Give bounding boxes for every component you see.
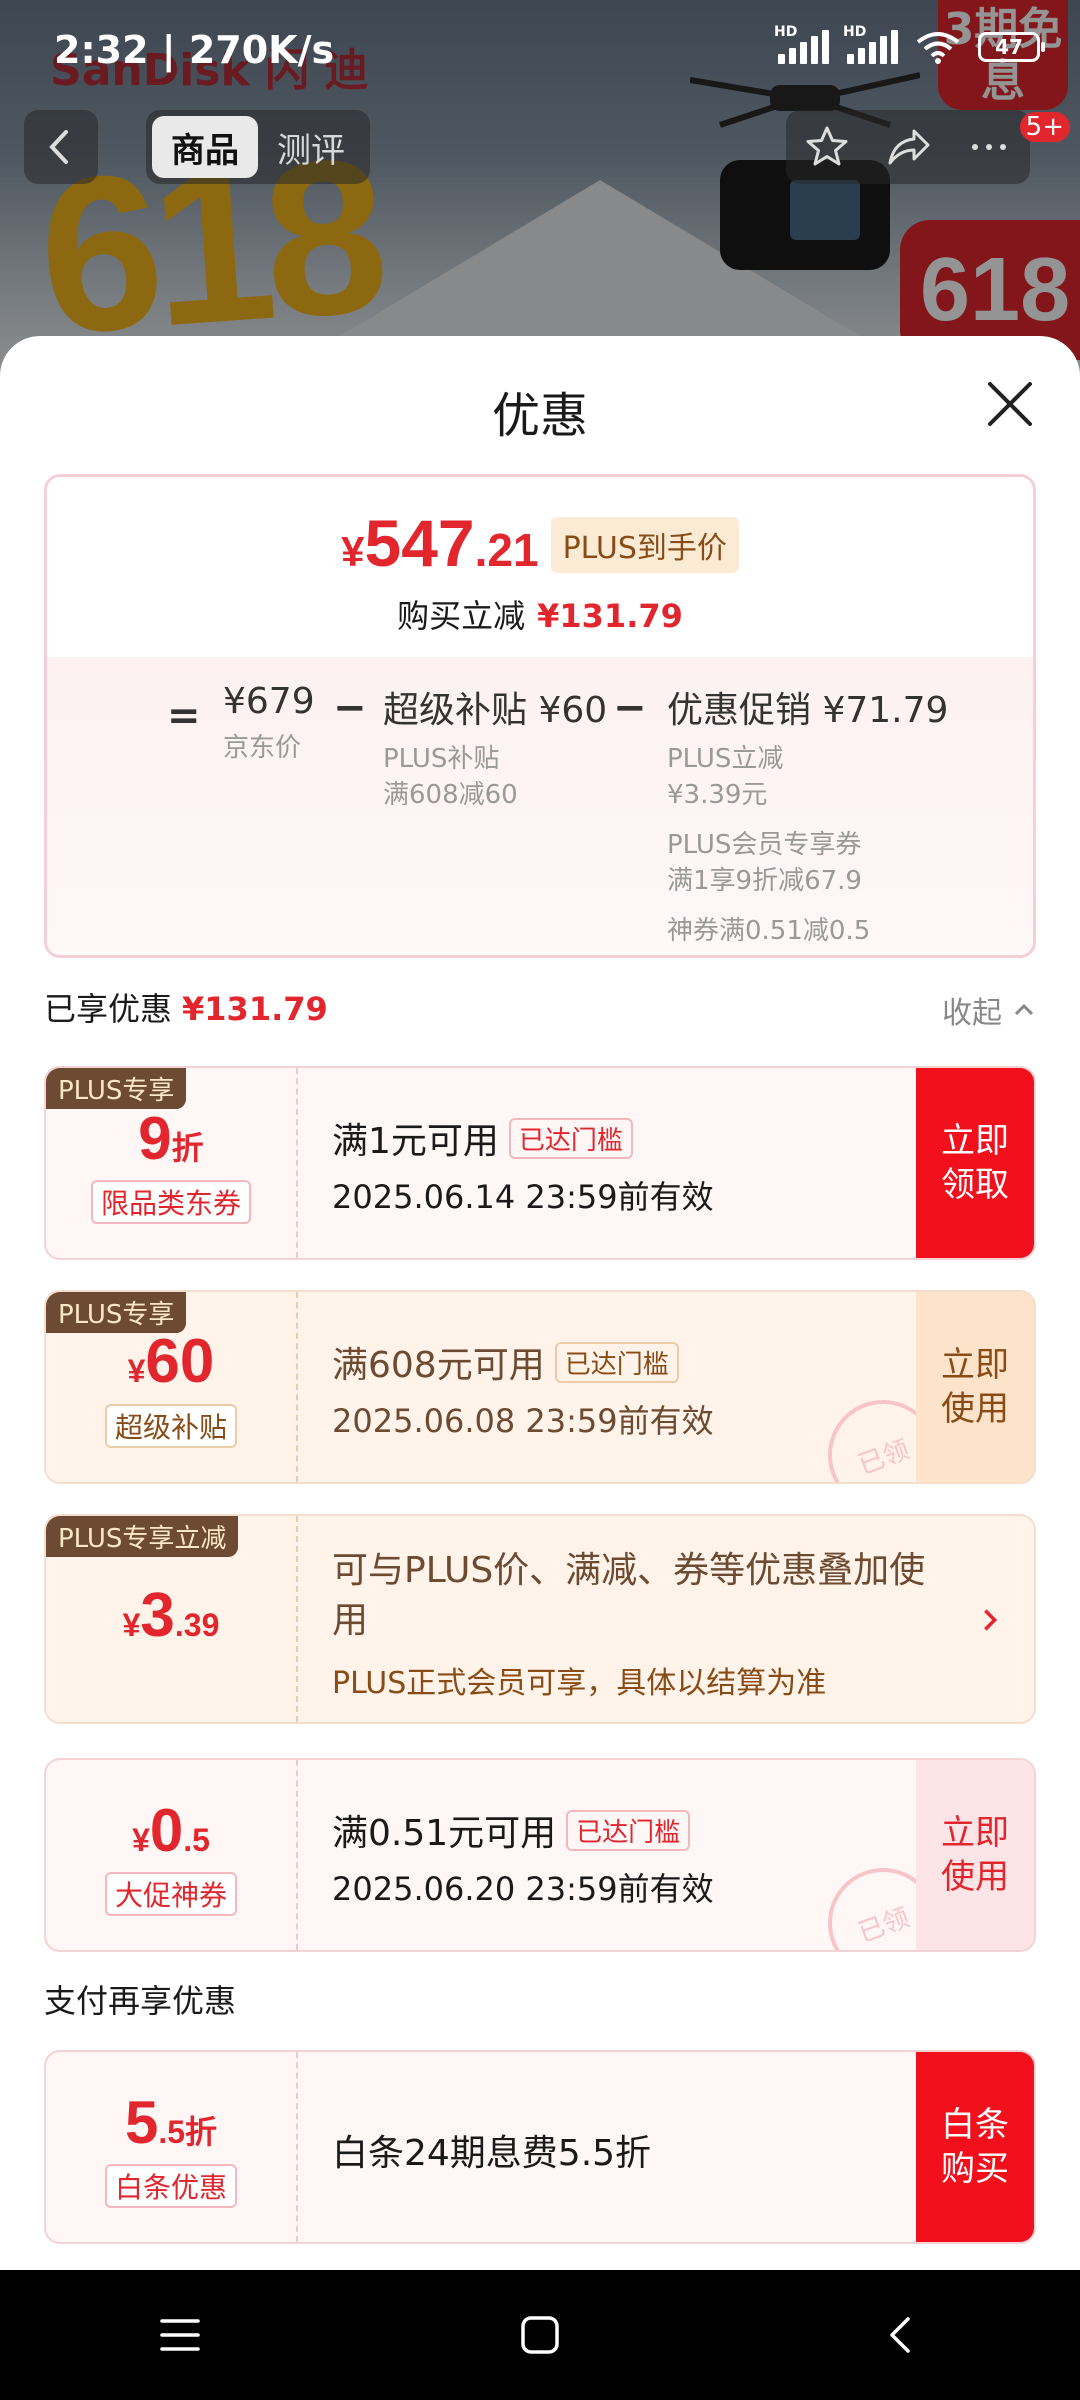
tab-review[interactable]: 测评: [258, 116, 364, 178]
header-actions: [786, 110, 1030, 184]
offers-sheet: 优惠 ¥547.21 PLUS到手价 购买立减 ¥131.79 = ¥679 京东…: [0, 336, 1080, 2270]
chevron-up-icon: [1014, 1003, 1034, 1016]
system-nav-bar: [0, 2270, 1080, 2400]
tab-product[interactable]: 商品: [152, 116, 258, 178]
final-price-block: ¥547.21 PLUS到手价 购买立减 ¥131.79: [47, 477, 1033, 657]
baitiao-buy-button[interactable]: 白条 购买: [916, 2052, 1034, 2242]
coupon-card: ¥60 超级补贴 PLUS专享 满608元可用 已达门槛 2025.06.08 2…: [44, 1290, 1036, 1484]
back-button[interactable]: [24, 110, 98, 184]
coupon-value: ¥0.5 大促神券: [46, 1760, 296, 1950]
signal-icon-2: HD: [843, 24, 898, 64]
status-time: 2:32 | 270K/s: [54, 28, 335, 72]
price-summary: ¥547.21 PLUS到手价 购买立减 ¥131.79 = ¥679 京东价 −…: [44, 474, 1036, 958]
plus-tag: PLUS专享立减: [46, 1516, 239, 1557]
coupon-card[interactable]: ¥3.39 PLUS专享立减 可与PLUS价、满减、券等优惠叠加使用 PLUS正…: [44, 1514, 1036, 1724]
status-bar: 2:32 | 270K/s HD HD 47: [0, 0, 1080, 100]
status-icons: HD HD 47: [774, 24, 1045, 64]
coupon-expiry: 2025.06.14 23:59前有效: [332, 1178, 714, 1216]
plus-price-tag: PLUS到手价: [550, 517, 739, 573]
signal-icon: HD: [774, 24, 829, 64]
coupon-note: PLUS正式会员可享，具体以结算为准: [332, 1666, 827, 1701]
chevron-right-icon: [984, 1609, 998, 1631]
coupon-description: 白条24期息费5.5折: [332, 2133, 652, 2174]
back-icon[interactable]: [880, 2315, 920, 2355]
battery-icon: 47: [978, 32, 1045, 62]
coupon-expiry: 2025.06.08 23:59前有效: [332, 1402, 714, 1440]
subsidy-col: 超级补贴 ¥60 PLUS补贴 满608减60: [383, 690, 608, 810]
more-icon[interactable]: [965, 123, 1013, 171]
price-breakdown: = ¥679 京东价 − 超级补贴 ¥60 PLUS补贴 满608减60 − 优…: [47, 657, 1033, 955]
payment-coupon-card: 5.5折 白条优惠 白条24期息费5.5折 白条 购买: [44, 2050, 1036, 2244]
chevron-left-icon: [49, 130, 68, 164]
coupon-condition: 满608元可用 已达门槛: [332, 1336, 679, 1388]
use-button[interactable]: 立即 使用: [916, 1760, 1034, 1950]
star-icon[interactable]: [803, 123, 851, 171]
final-price: ¥547.21: [341, 506, 539, 580]
message-count-badge: 5+: [1019, 112, 1070, 142]
enjoyed-discount: 已享优惠 ¥131.79: [44, 990, 328, 1028]
menu-icon[interactable]: [160, 2315, 200, 2355]
product-tabs: 商品 测评: [146, 110, 370, 184]
coupon-card: 9折 限品类东券 PLUS专享 满1元可用 已达门槛 2025.06.14 23:…: [44, 1066, 1036, 1260]
payment-offers-title: 支付再享优惠: [44, 1982, 237, 2020]
close-icon[interactable]: [984, 378, 1036, 430]
coupon-condition: 满1元可用 已达门槛: [332, 1112, 633, 1164]
sheet-title: 优惠: [491, 388, 588, 444]
coupon-card: ¥0.5 大促神券 满0.51元可用 已达门槛 2025.06.20 23:59前…: [44, 1758, 1036, 1952]
coupon-value: 5.5折 白条优惠: [46, 2052, 296, 2242]
promo-col: 优惠促销 ¥71.79 PLUS立减 ¥3.39元 PLUS会员专享券 满1享9…: [667, 690, 949, 946]
plus-tag: PLUS专享: [46, 1068, 187, 1109]
discount-total-row: 购买立减 ¥131.79: [397, 597, 683, 635]
jd-price-col: ¥679 京东价: [223, 681, 315, 763]
claim-button[interactable]: 立即 领取: [916, 1068, 1034, 1258]
collapse-button[interactable]: 收起: [942, 988, 1036, 1032]
coupon-description: 可与PLUS价、满减、券等优惠叠加使用: [332, 1550, 926, 1641]
coupon-condition: 满0.51元可用 已达门槛: [332, 1804, 691, 1856]
use-button[interactable]: 立即 使用: [916, 1292, 1034, 1482]
share-icon[interactable]: [884, 123, 932, 171]
plus-tag: PLUS专享: [46, 1292, 187, 1333]
wifi-icon: [916, 32, 960, 64]
coupon-expiry: 2025.06.20 23:59前有效: [332, 1870, 714, 1908]
home-icon[interactable]: [520, 2315, 560, 2355]
